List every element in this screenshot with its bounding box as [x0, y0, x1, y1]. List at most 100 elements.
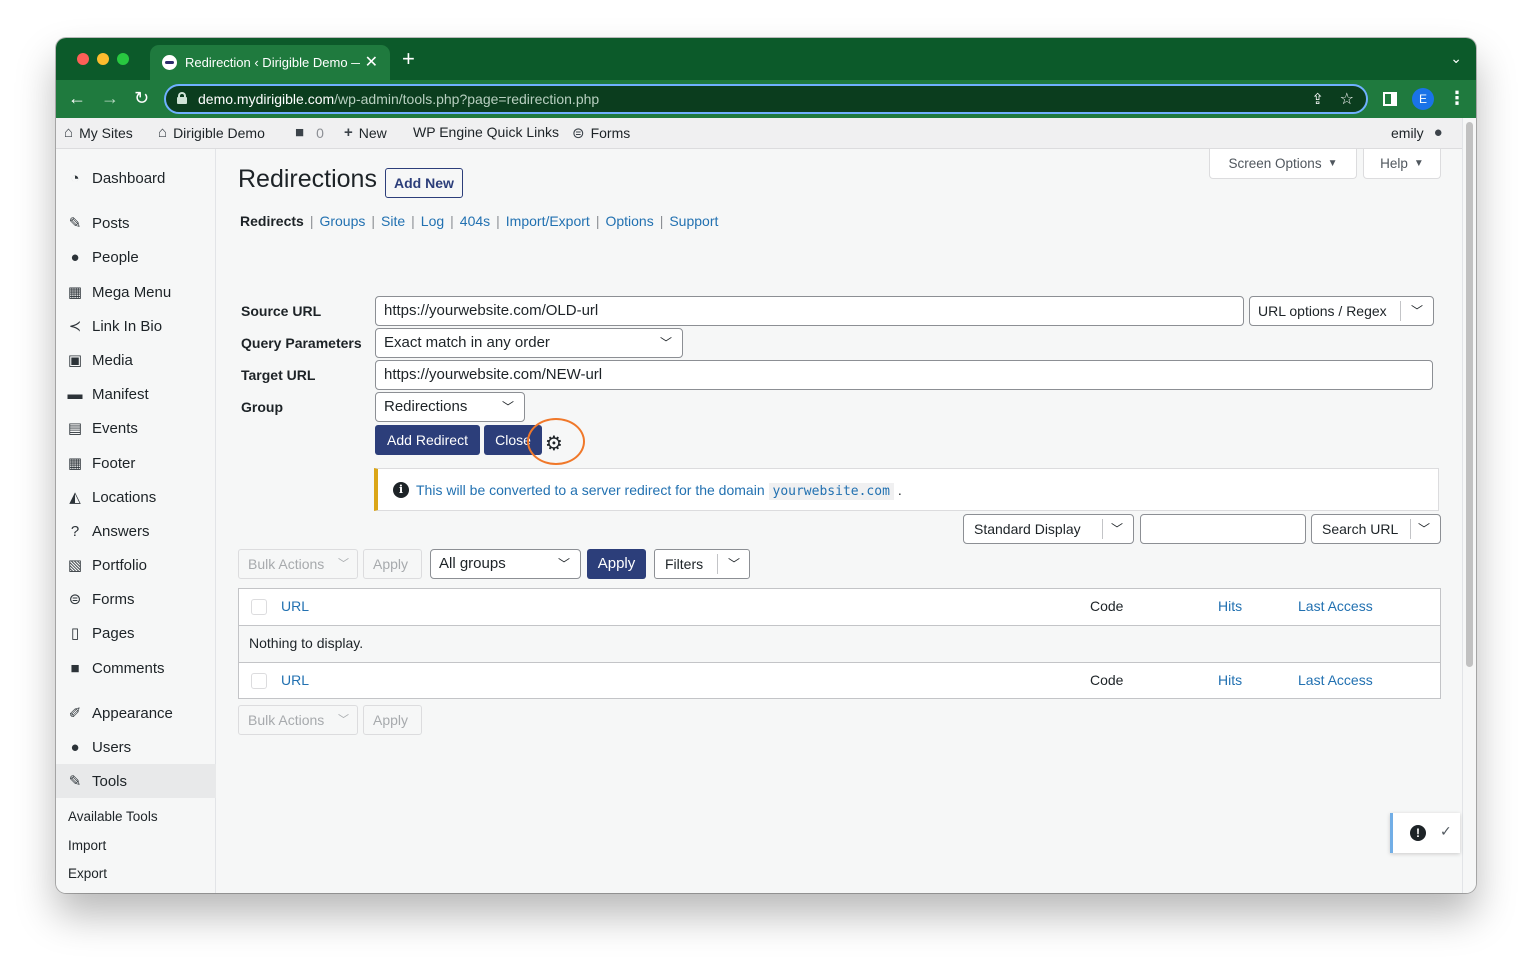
- site-name-link[interactable]: ⌂ Dirigible Demo: [158, 124, 265, 141]
- table-header-row: URL Code Hits Last Access: [239, 589, 1440, 626]
- forms-link[interactable]: ⊜ Forms: [572, 124, 630, 142]
- chevron-down-icon: ﹀: [501, 400, 514, 414]
- column-hits[interactable]: Hits: [1218, 672, 1242, 688]
- address-bar[interactable]: demo.mydirigible.com/wp-admin/tools.php?…: [164, 84, 1368, 114]
- new-content-link[interactable]: + New: [344, 124, 387, 141]
- site-name-label: Dirigible Demo: [173, 124, 265, 141]
- scrollbar[interactable]: [1462, 118, 1476, 893]
- column-last-access[interactable]: Last Access: [1298, 672, 1373, 688]
- side-panel-icon[interactable]: [1383, 92, 1397, 106]
- bulk-actions-select-bottom[interactable]: Bulk Actions ﹀: [238, 705, 358, 735]
- sidebar-item-label: Comments: [92, 659, 165, 677]
- close-window-button[interactable]: [77, 53, 89, 65]
- url-options-label: URL options / Regex: [1258, 303, 1387, 319]
- group-label: Group: [241, 399, 283, 415]
- kebab-menu-icon[interactable]: ⋮: [1448, 88, 1466, 108]
- info-notice: i This will be converted to a server red…: [374, 468, 1439, 511]
- forward-arrow-icon[interactable]: →: [101, 88, 119, 108]
- sidebar-item-label: People: [92, 248, 139, 266]
- tab-site[interactable]: Site: [381, 213, 405, 229]
- group-filter-select[interactable]: All groups ﹀: [430, 549, 581, 579]
- sidebar-item-label: Footer: [92, 454, 136, 472]
- notice-domain: yourwebsite.com: [768, 483, 894, 500]
- group-select[interactable]: Redirections ﹀: [375, 392, 525, 422]
- sidebar-item-media[interactable]: ▣ Media: [56, 343, 216, 377]
- maximize-window-button[interactable]: [117, 53, 129, 65]
- bulk-apply-button[interactable]: Apply: [363, 549, 422, 579]
- help-button[interactable]: Help ▼: [1363, 149, 1441, 179]
- sidebar-item-footer[interactable]: ▦ Footer: [56, 446, 216, 480]
- sidebar-item-people[interactable]: ● People: [56, 240, 216, 274]
- url-text[interactable]: demo.mydirigible.com/wp-admin/tools.php?…: [198, 91, 599, 107]
- column-hits[interactable]: Hits: [1218, 598, 1242, 614]
- sidebar-item-appearance[interactable]: ✐ Appearance: [56, 696, 216, 730]
- quick-links-label: WP Engine Quick Links: [413, 124, 560, 140]
- profile-avatar[interactable]: E: [1412, 88, 1434, 110]
- target-url-input[interactable]: https://yourwebsite.com/NEW-url: [375, 360, 1433, 390]
- scrollbar-thumb[interactable]: [1466, 122, 1473, 667]
- add-redirect-button[interactable]: Add Redirect: [375, 425, 480, 455]
- chevron-down-icon: ﹀: [1417, 522, 1430, 536]
- page-title: Redirections: [238, 165, 377, 193]
- submenu-available-tools[interactable]: Available Tools: [68, 809, 158, 824]
- back-arrow-icon[interactable]: ←: [68, 88, 86, 108]
- share-icon[interactable]: ⇪: [1311, 90, 1324, 108]
- filters-select[interactable]: Filters ﹀: [654, 549, 750, 579]
- tab-groups[interactable]: Groups: [319, 213, 365, 229]
- sidebar-item-answers[interactable]: ? Answers: [56, 514, 216, 548]
- tab-search-icon[interactable]: ⌄: [1450, 50, 1462, 67]
- sidebar-item-portfolio[interactable]: ▧ Portfolio: [56, 548, 216, 582]
- column-last-access[interactable]: Last Access: [1298, 598, 1373, 614]
- select-all-checkbox[interactable]: [251, 599, 267, 615]
- add-new-button[interactable]: Add New: [385, 168, 463, 198]
- tab-log[interactable]: Log: [421, 213, 444, 229]
- sidebar-item-forms[interactable]: ⊜ Forms: [56, 582, 216, 616]
- column-url[interactable]: URL: [281, 598, 309, 614]
- reload-icon[interactable]: ↻: [134, 88, 149, 108]
- submenu-import[interactable]: Import: [68, 838, 106, 853]
- url-options-select[interactable]: URL options / Regex ﹀: [1249, 296, 1434, 326]
- bulk-actions-label: Bulk Actions: [248, 712, 325, 728]
- column-url[interactable]: URL: [281, 672, 309, 688]
- query-parameters-select[interactable]: Exact match in any order ﹀: [375, 328, 683, 358]
- tab-404s[interactable]: 404s: [460, 213, 490, 229]
- sidebar-item-events[interactable]: ▤ Events: [56, 411, 216, 445]
- sidebar-item-dashboard[interactable]: ◔ Dashboard: [56, 161, 216, 195]
- user-account-link[interactable]: emily ●: [1391, 124, 1443, 141]
- browser-tab[interactable]: Redirection ‹ Dirigible Demo — ✕: [150, 45, 390, 80]
- tab-import-export[interactable]: Import/Export: [506, 213, 590, 229]
- notification-toast[interactable]: ! ✓: [1390, 813, 1460, 853]
- search-url-select[interactable]: Search URL ﹀: [1311, 514, 1441, 544]
- sidebar-item-manifest[interactable]: ▬ Manifest: [56, 377, 216, 411]
- sidebar-item-locations[interactable]: ◭ Locations: [56, 480, 216, 514]
- tab-title: Redirection ‹ Dirigible Demo —: [185, 55, 360, 70]
- submenu-export[interactable]: Export: [68, 866, 107, 881]
- sidebar-item-mega-menu[interactable]: ▦ Mega Menu: [56, 275, 216, 309]
- lock-icon[interactable]: [177, 92, 187, 104]
- sidebar-item-posts[interactable]: ✎ Posts: [56, 206, 216, 240]
- sidebar-item-pages[interactable]: ▯ Pages: [56, 616, 216, 650]
- tab-options[interactable]: Options: [605, 213, 653, 229]
- source-url-input[interactable]: https://yourwebsite.com/OLD-url: [375, 296, 1244, 326]
- display-select[interactable]: Standard Display ﹀: [963, 514, 1134, 544]
- my-sites-link[interactable]: ⌂ My Sites: [64, 124, 133, 141]
- new-tab-button[interactable]: +: [402, 48, 415, 70]
- screen-options-button[interactable]: Screen Options ▼: [1209, 149, 1357, 179]
- minimize-window-button[interactable]: [97, 53, 109, 65]
- sidebar-item-link-in-bio[interactable]: ≺ Link In Bio: [56, 309, 216, 343]
- tab-close-icon[interactable]: ✕: [365, 52, 378, 72]
- search-input[interactable]: [1140, 514, 1306, 544]
- check-icon[interactable]: ✓: [1440, 823, 1452, 840]
- star-icon[interactable]: ☆: [1340, 89, 1354, 109]
- tab-redirects[interactable]: Redirects: [240, 213, 304, 229]
- quick-links-link[interactable]: WP Engine Quick Links: [413, 124, 559, 140]
- bulk-apply-button-bottom[interactable]: Apply: [363, 705, 422, 735]
- sidebar-item-tools[interactable]: ✎ Tools: [56, 764, 216, 798]
- sidebar-item-comments[interactable]: ■ Comments: [56, 651, 216, 685]
- tab-support[interactable]: Support: [669, 213, 718, 229]
- comments-link[interactable]: ■ 0: [295, 124, 324, 141]
- filter-apply-button[interactable]: Apply: [587, 549, 646, 579]
- select-all-checkbox[interactable]: [251, 673, 267, 689]
- bulk-actions-select[interactable]: Bulk Actions ﹀: [238, 549, 358, 579]
- sidebar-item-users[interactable]: ● Users: [56, 730, 216, 764]
